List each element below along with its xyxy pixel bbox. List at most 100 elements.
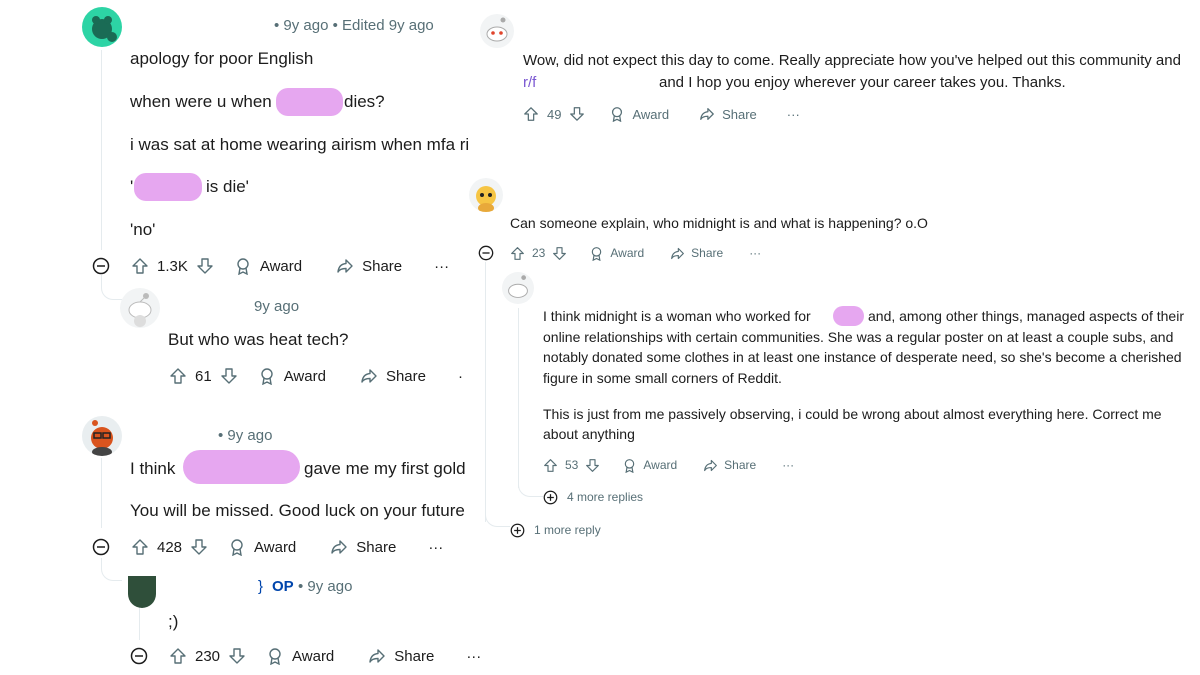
one-more-reply-button[interactable]: 1 more reply <box>510 522 601 538</box>
comment-text: and, among other things, managed aspects… <box>868 308 1184 324</box>
more-options-button[interactable]: ··· <box>749 246 761 260</box>
snoo-avatar-icon[interactable] <box>82 7 122 47</box>
share-button[interactable]: Share <box>330 538 396 556</box>
upvote-button[interactable] <box>510 246 525 261</box>
comment-text: and I hop you enjoy wherever your career… <box>659 74 1066 91</box>
upvote-icon <box>132 539 148 555</box>
collapse-icon[interactable] <box>92 257 110 275</box>
collapse-icon[interactable] <box>478 245 494 261</box>
award-button[interactable]: Award <box>589 246 644 261</box>
comment-text: apology for poor English <box>130 49 314 68</box>
downvote-button[interactable] <box>196 257 214 275</box>
one-more-reply-label: 1 more reply <box>534 523 601 537</box>
award-button[interactable]: Award <box>609 106 669 122</box>
overlay-screenshot-top: Wow, did not expect this day to come. Re… <box>470 0 1200 162</box>
more-replies-button[interactable]: 4 more replies <box>543 489 643 505</box>
comment-text: about anything <box>543 426 635 442</box>
comment-actions: 230 Award Share ··· <box>169 646 481 666</box>
thread-line <box>518 308 519 488</box>
downvote-button[interactable] <box>190 538 208 556</box>
upvote-button[interactable] <box>169 367 187 385</box>
more-options-button[interactable]: ··· <box>782 458 794 472</box>
award-button[interactable]: Award <box>266 647 334 665</box>
vote-count: 1.3K <box>157 257 188 275</box>
upvote-icon <box>132 258 148 274</box>
comment-text: dies? <box>344 92 385 111</box>
downvote-button[interactable] <box>569 106 585 122</box>
more-options-button[interactable]: ··· <box>466 648 481 665</box>
share-icon <box>369 649 385 663</box>
award-label: Award <box>254 538 297 556</box>
expand-icon <box>543 490 558 504</box>
downvote-button[interactable] <box>585 458 600 473</box>
comment-meta: • 9y ago <box>298 578 353 595</box>
upvote-icon <box>511 246 524 260</box>
upvote-button[interactable] <box>523 106 539 122</box>
thread-elbow <box>518 480 543 497</box>
snoo-avatar-icon[interactable] <box>120 288 160 328</box>
comment-text: is die' <box>206 177 249 196</box>
vote-count: 53 <box>565 458 579 472</box>
comment-text: I think midnight is a woman who worked f… <box>543 308 811 324</box>
share-button[interactable]: Share <box>368 647 434 665</box>
upvote-button[interactable] <box>131 257 149 275</box>
award-label: Award <box>632 106 670 122</box>
vote-count: 230 <box>195 647 221 665</box>
share-icon <box>700 108 714 120</box>
more-options-button[interactable]: · <box>458 368 463 385</box>
upvote-button[interactable] <box>131 538 149 556</box>
collapse-icon[interactable] <box>130 647 148 665</box>
vote-count: 23 <box>532 246 546 260</box>
award-button[interactable]: Award <box>258 367 326 385</box>
subreddit-link[interactable]: r/f <box>523 74 536 91</box>
upvote-button[interactable] <box>169 647 187 665</box>
comment-actions: 61 Award Share · <box>169 366 463 386</box>
downvote-button[interactable] <box>552 246 567 261</box>
snoo-avatar-icon[interactable] <box>128 576 156 608</box>
award-icon <box>260 368 273 385</box>
upvote-icon <box>170 368 186 384</box>
award-button[interactable]: Award <box>234 257 302 275</box>
downvote-icon <box>586 458 600 472</box>
share-button[interactable]: Share <box>336 257 402 275</box>
award-label: Award <box>259 257 303 275</box>
comment-text: But who was heat tech? <box>168 330 349 349</box>
collapse-icon[interactable] <box>92 538 110 556</box>
share-label: Share <box>691 246 724 260</box>
share-button[interactable]: Share <box>699 106 757 122</box>
upvote-icon <box>524 107 538 121</box>
snoo-avatar-icon[interactable] <box>480 14 514 48</box>
award-button[interactable]: Award <box>622 458 677 473</box>
snoo-avatar-icon[interactable] <box>502 272 534 304</box>
award-icon <box>625 458 635 473</box>
vote-count: 61 <box>195 367 212 385</box>
downvote-button[interactable] <box>220 367 238 385</box>
award-icon <box>237 258 249 275</box>
share-button[interactable]: Share <box>703 458 756 473</box>
share-button[interactable]: Share <box>360 367 426 385</box>
share-label: Share <box>385 367 426 385</box>
more-options-button[interactable]: ··· <box>434 258 449 275</box>
upvote-button[interactable] <box>543 458 558 473</box>
award-icon <box>592 246 602 261</box>
award-label: Award <box>610 246 645 260</box>
snoo-avatar-icon[interactable] <box>469 178 503 212</box>
award-icon <box>231 539 243 556</box>
more-replies-label: 4 more replies <box>567 490 644 504</box>
more-options-button[interactable]: ··· <box>787 107 800 122</box>
thread-elbow <box>485 510 510 527</box>
snoo-avatar-icon[interactable] <box>82 416 122 456</box>
downvote-button[interactable] <box>228 647 246 665</box>
redaction-block <box>276 88 343 116</box>
award-icon <box>612 107 623 122</box>
upvote-icon <box>544 458 557 472</box>
comment-actions: 1.3K Award Share ··· <box>131 256 449 276</box>
share-label: Share <box>722 106 757 122</box>
comment-text: figure in some small corners of Reddit. <box>543 370 782 386</box>
comment-actions: 53 Award Share ··· <box>543 457 794 473</box>
award-button[interactable]: Award <box>228 538 296 556</box>
share-button[interactable]: Share <box>670 246 723 261</box>
more-options-button[interactable]: ··· <box>428 539 443 556</box>
comment-text: You will be missed. Good luck on your fu… <box>130 501 480 520</box>
comment-text: online relationships with certain commun… <box>543 329 1174 345</box>
